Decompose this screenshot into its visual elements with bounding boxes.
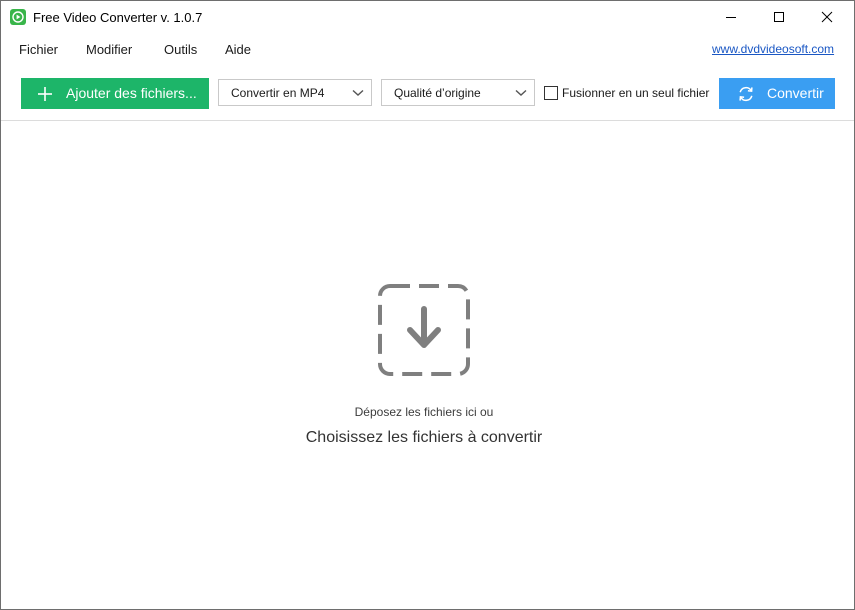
close-icon <box>821 11 833 23</box>
title-bar: Free Video Converter v. 1.0.7 <box>1 1 854 33</box>
merge-label: Fusionner en un seul fichier <box>562 86 710 100</box>
minimize-icon <box>726 17 736 18</box>
toolbar: Ajouter des fichiers... Convertir en MP4… <box>1 65 854 121</box>
merge-checkbox[interactable] <box>544 86 558 100</box>
maximize-button[interactable] <box>756 1 802 33</box>
drop-zone[interactable]: Déposez les fichiers ici ou Choisissez l… <box>1 122 854 609</box>
maximize-icon <box>774 12 784 22</box>
website-link[interactable]: www.dvdvideosoft.com <box>712 42 834 56</box>
menu-outils[interactable]: Outils <box>164 42 197 57</box>
quality-select[interactable]: Qualité d’origine <box>381 79 535 106</box>
drop-hint: Déposez les fichiers ici ou <box>354 405 494 419</box>
quality-select-value: Qualité d’origine <box>394 86 481 100</box>
convert-label: Convertir <box>767 85 824 101</box>
format-select[interactable]: Convertir en MP4 <box>218 79 372 106</box>
add-files-label: Ajouter des fichiers... <box>66 85 197 101</box>
chevron-down-icon <box>515 89 527 96</box>
menu-bar: Fichier Modifier Outils Aide www.dvdvide… <box>1 37 854 61</box>
app-window: Free Video Converter v. 1.0.7 Fichier Mo… <box>0 0 855 610</box>
menu-aide[interactable]: Aide <box>225 42 251 57</box>
chevron-down-icon <box>352 89 364 96</box>
window-title: Free Video Converter v. 1.0.7 <box>33 10 203 25</box>
download-arrow-icon <box>378 284 470 376</box>
app-logo-icon <box>10 9 26 25</box>
menu-fichier[interactable]: Fichier <box>19 42 58 57</box>
close-button[interactable] <box>804 1 850 33</box>
minimize-button[interactable] <box>708 1 754 33</box>
plus-icon <box>38 87 52 101</box>
menu-modifier[interactable]: Modifier <box>86 42 132 57</box>
format-select-value: Convertir en MP4 <box>231 86 325 100</box>
convert-button[interactable]: Convertir <box>719 78 835 109</box>
choose-files-link[interactable]: Choisissez les fichiers à convertir <box>1 429 847 447</box>
add-files-button[interactable]: Ajouter des fichiers... <box>21 78 209 109</box>
refresh-icon <box>739 86 753 102</box>
